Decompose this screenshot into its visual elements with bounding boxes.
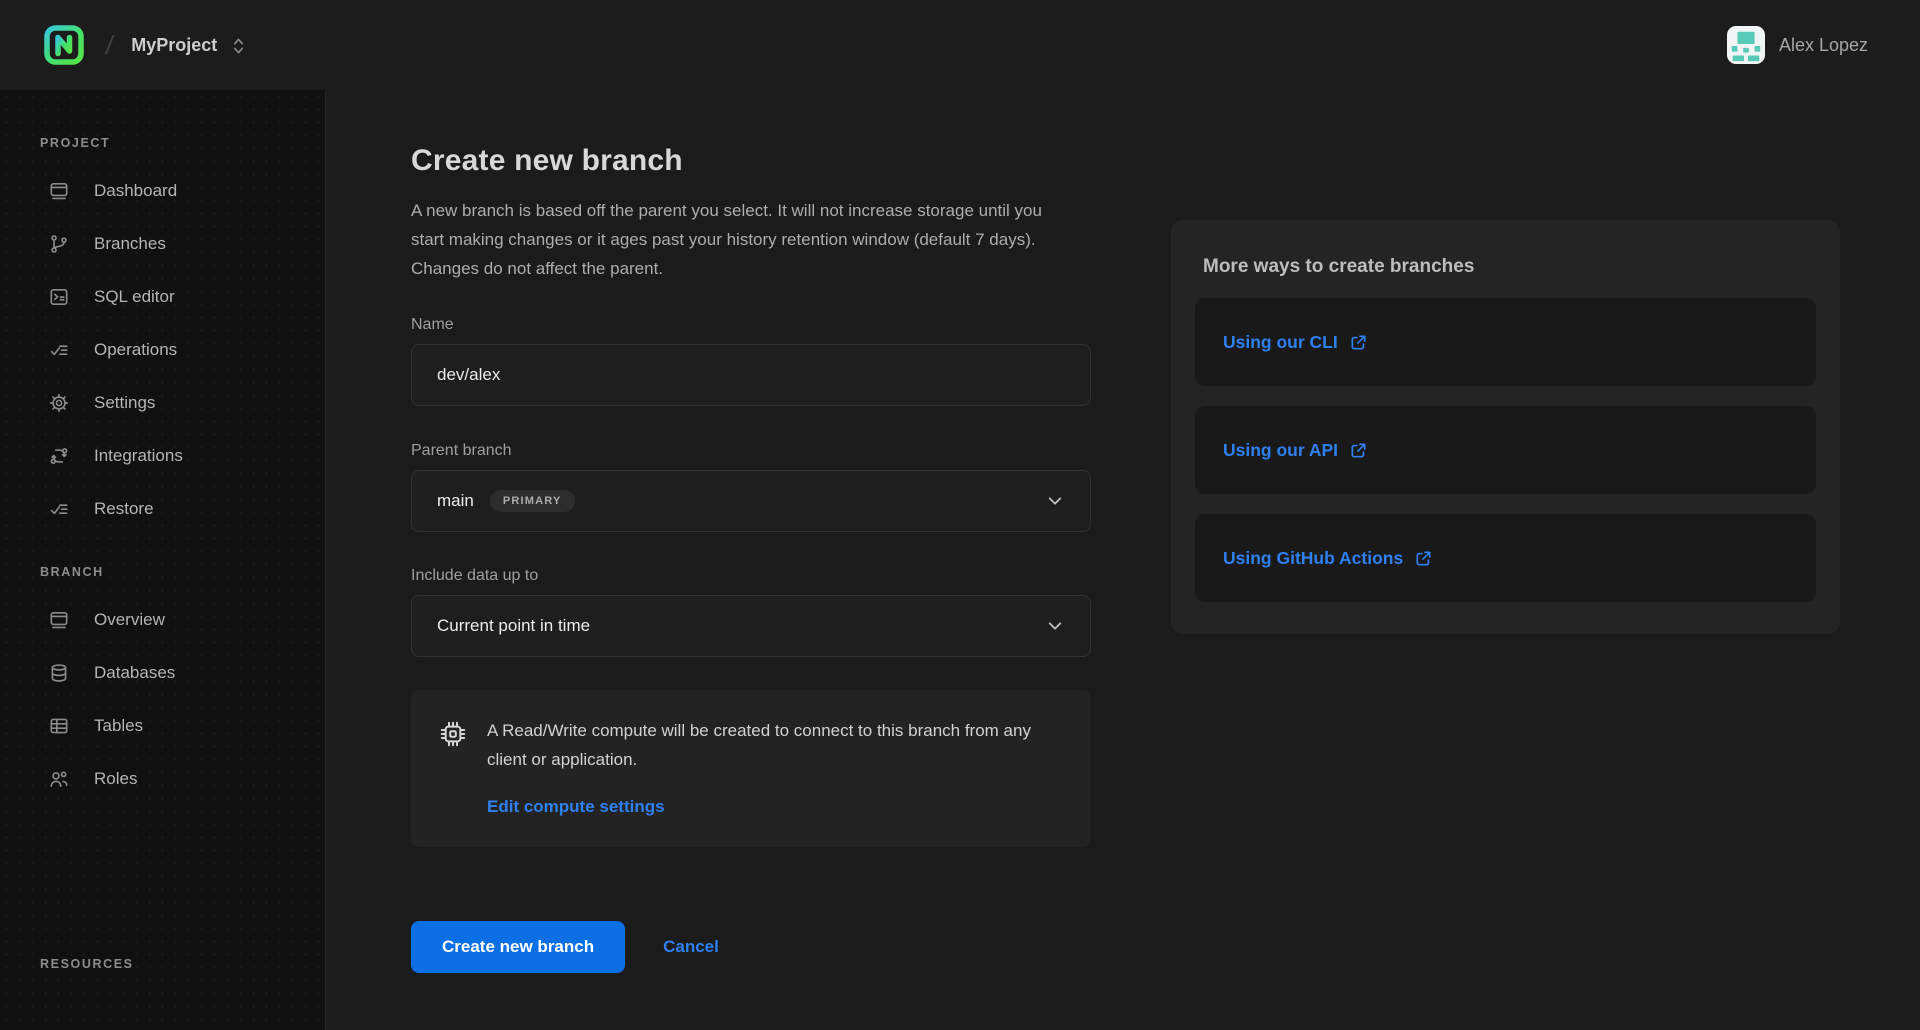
sidebar-item-label: Tables bbox=[94, 716, 143, 736]
edit-compute-settings-link[interactable]: Edit compute settings bbox=[487, 797, 665, 817]
top-header: / MyProject bbox=[0, 0, 1920, 90]
sidebar-item-label: Branches bbox=[94, 234, 166, 254]
sidebar-item-dashboard[interactable]: Dashboard bbox=[0, 164, 325, 217]
header-right: Alex Lopez bbox=[1727, 26, 1868, 64]
section-label-resources: RESOURCES bbox=[40, 957, 325, 971]
parent-branch-label: Parent branch bbox=[411, 442, 1091, 460]
sidebar-item-label: Operations bbox=[94, 340, 177, 360]
breadcrumb-separator: / bbox=[104, 30, 116, 61]
name-label: Name bbox=[411, 316, 1091, 334]
sidebar-item-branches[interactable]: Branches bbox=[0, 217, 325, 270]
form-actions: Create new branch Cancel bbox=[411, 921, 1091, 973]
neon-logo-icon bbox=[40, 21, 88, 69]
sidebar-item-roles[interactable]: Roles bbox=[0, 752, 325, 805]
main-content: Create new branch A new branch is based … bbox=[326, 90, 1920, 1030]
integrations-icon bbox=[48, 445, 70, 467]
section-label-project: PROJECT bbox=[40, 136, 325, 150]
sidebar-item-label: Overview bbox=[94, 610, 165, 630]
more-ways-title: More ways to create branches bbox=[1203, 256, 1816, 278]
parent-branch-select[interactable]: main PRIMARY bbox=[411, 470, 1091, 532]
branch-name-input[interactable] bbox=[411, 344, 1091, 406]
using-cli-label: Using our CLI bbox=[1223, 332, 1338, 353]
external-link-icon bbox=[1349, 333, 1368, 352]
sidebar-item-tables[interactable]: Tables bbox=[0, 699, 325, 752]
sidebar-item-settings[interactable]: Settings bbox=[0, 376, 325, 429]
using-cli-card[interactable]: Using our CLI bbox=[1195, 298, 1816, 386]
include-data-label: Include data up to bbox=[411, 567, 1091, 585]
page-description: A new branch is based off the parent you… bbox=[411, 196, 1051, 283]
external-link-icon bbox=[1414, 549, 1433, 568]
sidebar-item-operations[interactable]: Operations bbox=[0, 323, 325, 376]
user-menu[interactable]: Alex Lopez bbox=[1727, 26, 1868, 64]
include-data-select[interactable]: Current point in time bbox=[411, 595, 1091, 657]
using-github-actions-link: Using GitHub Actions bbox=[1223, 548, 1433, 569]
sidebar-item-restore[interactable]: Restore bbox=[0, 482, 325, 535]
page-title: Create new branch bbox=[411, 144, 1091, 178]
external-link-icon bbox=[1349, 441, 1368, 460]
sidebar-item-label: Dashboard bbox=[94, 181, 177, 201]
parent-branch-value: main bbox=[437, 491, 474, 511]
chevron-down-icon bbox=[1044, 490, 1066, 512]
sidebar: PROJECT Dashboard Branches SQL editor bbox=[0, 90, 326, 1030]
sql-editor-icon bbox=[48, 286, 70, 308]
primary-badge: PRIMARY bbox=[490, 490, 575, 512]
roles-icon bbox=[48, 768, 70, 790]
include-data-value: Current point in time bbox=[437, 616, 590, 636]
neon-logo[interactable] bbox=[40, 21, 88, 69]
compute-note: A Read/Write compute will be created to … bbox=[411, 690, 1091, 847]
databases-icon bbox=[48, 662, 70, 684]
section-gap bbox=[0, 535, 325, 565]
overview-icon bbox=[48, 609, 70, 631]
sidebar-item-integrations[interactable]: Integrations bbox=[0, 429, 325, 482]
cancel-link[interactable]: Cancel bbox=[663, 937, 719, 957]
sidebar-item-label: Databases bbox=[94, 663, 175, 683]
using-github-actions-card[interactable]: Using GitHub Actions bbox=[1195, 514, 1816, 602]
dashboard-icon bbox=[48, 180, 70, 202]
restore-icon bbox=[48, 498, 70, 520]
create-branch-form: Create new branch A new branch is based … bbox=[411, 144, 1091, 973]
avatar-identicon bbox=[1727, 26, 1765, 64]
app-root: / MyProject bbox=[0, 0, 1920, 1030]
create-branch-button[interactable]: Create new branch bbox=[411, 921, 625, 973]
project-name: MyProject bbox=[131, 35, 217, 56]
using-api-label: Using our API bbox=[1223, 440, 1338, 461]
using-github-actions-label: Using GitHub Actions bbox=[1223, 548, 1403, 569]
more-ways-panel: More ways to create branches Using our C… bbox=[1171, 220, 1840, 634]
using-cli-link: Using our CLI bbox=[1223, 332, 1368, 353]
sidebar-item-sql-editor[interactable]: SQL editor bbox=[0, 270, 325, 323]
sidebar-item-label: SQL editor bbox=[94, 287, 175, 307]
compute-note-body: A Read/Write compute will be created to … bbox=[487, 716, 1042, 817]
cpu-chip-icon bbox=[437, 718, 469, 750]
compute-note-text: A Read/Write compute will be created to … bbox=[487, 716, 1042, 774]
section-label-branch: BRANCH bbox=[40, 565, 325, 579]
settings-icon bbox=[48, 392, 70, 414]
project-switcher[interactable]: MyProject bbox=[131, 33, 246, 57]
using-api-card[interactable]: Using our API bbox=[1195, 406, 1816, 494]
branches-icon bbox=[48, 233, 70, 255]
using-api-link: Using our API bbox=[1223, 440, 1368, 461]
section-gap bbox=[0, 805, 325, 957]
chevron-down-icon bbox=[1044, 615, 1066, 637]
tables-icon bbox=[48, 715, 70, 737]
sidebar-item-overview[interactable]: Overview bbox=[0, 593, 325, 646]
header-left: / MyProject bbox=[40, 21, 246, 69]
operations-icon bbox=[48, 339, 70, 361]
sidebar-item-label: Integrations bbox=[94, 446, 183, 466]
avatar bbox=[1727, 26, 1765, 64]
user-name: Alex Lopez bbox=[1779, 35, 1868, 56]
sidebar-item-label: Restore bbox=[94, 499, 154, 519]
sidebar-item-label: Settings bbox=[94, 393, 155, 413]
shell: PROJECT Dashboard Branches SQL editor bbox=[0, 90, 1920, 1030]
sidebar-item-label: Roles bbox=[94, 769, 137, 789]
sidebar-item-databases[interactable]: Databases bbox=[0, 646, 325, 699]
unfold-icon bbox=[231, 35, 246, 57]
